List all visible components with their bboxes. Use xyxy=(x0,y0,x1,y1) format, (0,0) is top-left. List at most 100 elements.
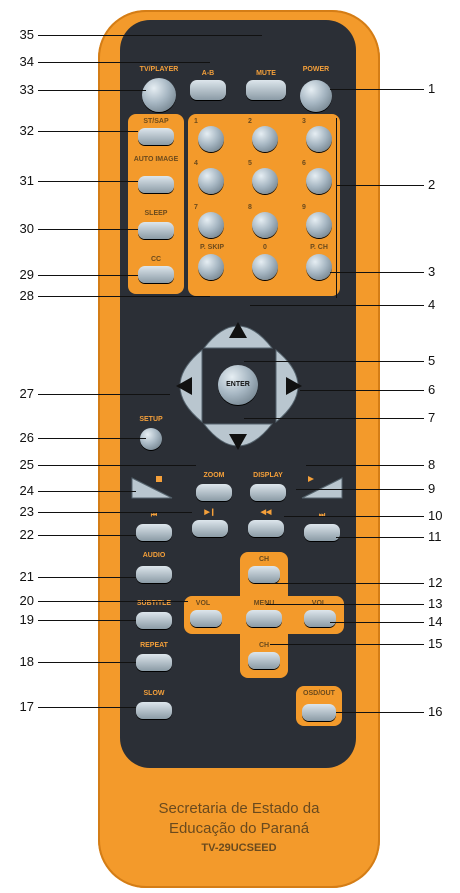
callout-line xyxy=(38,601,188,602)
callout-number: 26 xyxy=(19,430,34,445)
callout-number: 22 xyxy=(19,527,34,542)
callout-line xyxy=(38,62,210,63)
callout-line xyxy=(38,296,210,297)
stop-button[interactable] xyxy=(128,474,176,502)
power-label: POWER xyxy=(302,66,330,73)
callout-line xyxy=(300,390,424,391)
digit-5-button[interactable] xyxy=(252,168,278,194)
p-skip-label: P. SKIP xyxy=(200,244,224,251)
ch-up-button[interactable] xyxy=(248,566,280,583)
callout-line xyxy=(38,438,146,439)
mute-button[interactable] xyxy=(246,80,286,100)
nav-up-button[interactable] xyxy=(200,310,276,352)
sleep-label: SLEEP xyxy=(144,210,168,217)
auto-image-button[interactable] xyxy=(138,176,174,193)
callout-number: 33 xyxy=(19,82,34,97)
zero-label: 0 xyxy=(263,244,267,251)
digit-3-button[interactable] xyxy=(306,126,332,152)
digit-6-button[interactable] xyxy=(306,168,332,194)
ab-button[interactable] xyxy=(190,80,226,100)
menu-button[interactable] xyxy=(246,610,282,627)
callout-number: 6 xyxy=(428,382,436,397)
setup-button[interactable] xyxy=(140,428,162,450)
prev-button[interactable] xyxy=(136,524,172,541)
repeat-button[interactable] xyxy=(136,654,172,671)
callout-number: 10 xyxy=(428,508,443,523)
nav-right-button[interactable] xyxy=(272,346,314,426)
callout-number: 27 xyxy=(19,386,34,401)
step-button[interactable] xyxy=(192,520,228,537)
callout-line xyxy=(270,644,424,645)
callout-line xyxy=(284,516,424,517)
callout-line xyxy=(38,620,136,621)
rewind-button[interactable] xyxy=(248,520,284,537)
callout-line xyxy=(38,131,138,132)
p-ch-button[interactable] xyxy=(306,254,332,280)
play-pause-button[interactable] xyxy=(298,474,346,502)
callout-number: 32 xyxy=(19,123,34,138)
digit-7-button[interactable] xyxy=(198,212,224,238)
vol-left-button[interactable] xyxy=(190,610,222,627)
callout-number: 1 xyxy=(428,81,436,96)
callout-number: 30 xyxy=(19,221,34,236)
nav-down-button[interactable] xyxy=(200,420,276,462)
callout-number: 29 xyxy=(19,267,34,282)
callout-number: 21 xyxy=(19,569,34,584)
audio-button[interactable] xyxy=(136,566,172,583)
digit-label: 4 xyxy=(194,160,198,167)
subtitle-button[interactable] xyxy=(136,612,172,629)
digit-9-button[interactable] xyxy=(306,212,332,238)
callout-line xyxy=(38,394,170,395)
p-ch-label: P. CH xyxy=(310,244,328,251)
callout-number: 19 xyxy=(19,612,34,627)
digit-4-button[interactable] xyxy=(198,168,224,194)
next-button[interactable] xyxy=(304,524,340,541)
callout-line xyxy=(270,583,424,584)
digit-label: 7 xyxy=(194,204,198,211)
footer-model: TV-29UCSEED xyxy=(201,842,277,854)
digit-label: 3 xyxy=(302,118,306,125)
p-skip-button[interactable] xyxy=(198,254,224,280)
slow-button[interactable] xyxy=(136,702,172,719)
display-button[interactable] xyxy=(250,484,286,501)
callout-number: 31 xyxy=(19,173,34,188)
display-label: DISPLAY xyxy=(253,472,283,479)
repeat-label: REPEAT xyxy=(140,642,168,649)
digit-8-button[interactable] xyxy=(252,212,278,238)
prev-icon: ⏮ xyxy=(150,512,158,519)
callout-line xyxy=(38,181,138,182)
callout-line xyxy=(336,537,424,538)
callout-line xyxy=(330,89,424,90)
power-button[interactable] xyxy=(300,80,332,112)
tv-player-button[interactable] xyxy=(142,78,176,112)
callout-line xyxy=(38,662,136,663)
sleep-button[interactable] xyxy=(138,222,174,239)
osd-out-label: OSD/OUT xyxy=(303,690,335,697)
vol-right-button[interactable] xyxy=(304,610,336,627)
callout-line xyxy=(38,491,136,492)
digit-2-button[interactable] xyxy=(252,126,278,152)
callout-line xyxy=(38,465,196,466)
callout-line xyxy=(266,604,424,605)
callout-number: 7 xyxy=(428,410,436,425)
rewind-icon: ◀◀ xyxy=(260,509,272,516)
callout-number: 25 xyxy=(19,457,34,472)
ch-down-button[interactable] xyxy=(248,652,280,669)
cc-button[interactable] xyxy=(138,266,174,283)
st-sap-button[interactable] xyxy=(138,128,174,145)
callout-line xyxy=(38,535,136,536)
callout-number: 28 xyxy=(19,288,34,303)
digit-label: 6 xyxy=(302,160,306,167)
zoom-label: ZOOM xyxy=(203,472,225,479)
digit-label: 2 xyxy=(248,118,252,125)
osd-out-button[interactable] xyxy=(302,704,336,721)
zoom-button[interactable] xyxy=(196,484,232,501)
callout-line xyxy=(306,465,424,466)
mute-label: MUTE xyxy=(256,70,276,77)
step-icon: ▶❙ xyxy=(204,509,216,516)
zero-button[interactable] xyxy=(252,254,278,280)
callout-number: 16 xyxy=(428,704,443,719)
callout-line xyxy=(250,305,424,306)
digit-1-button[interactable] xyxy=(198,126,224,152)
nav-left-button[interactable] xyxy=(164,346,206,426)
